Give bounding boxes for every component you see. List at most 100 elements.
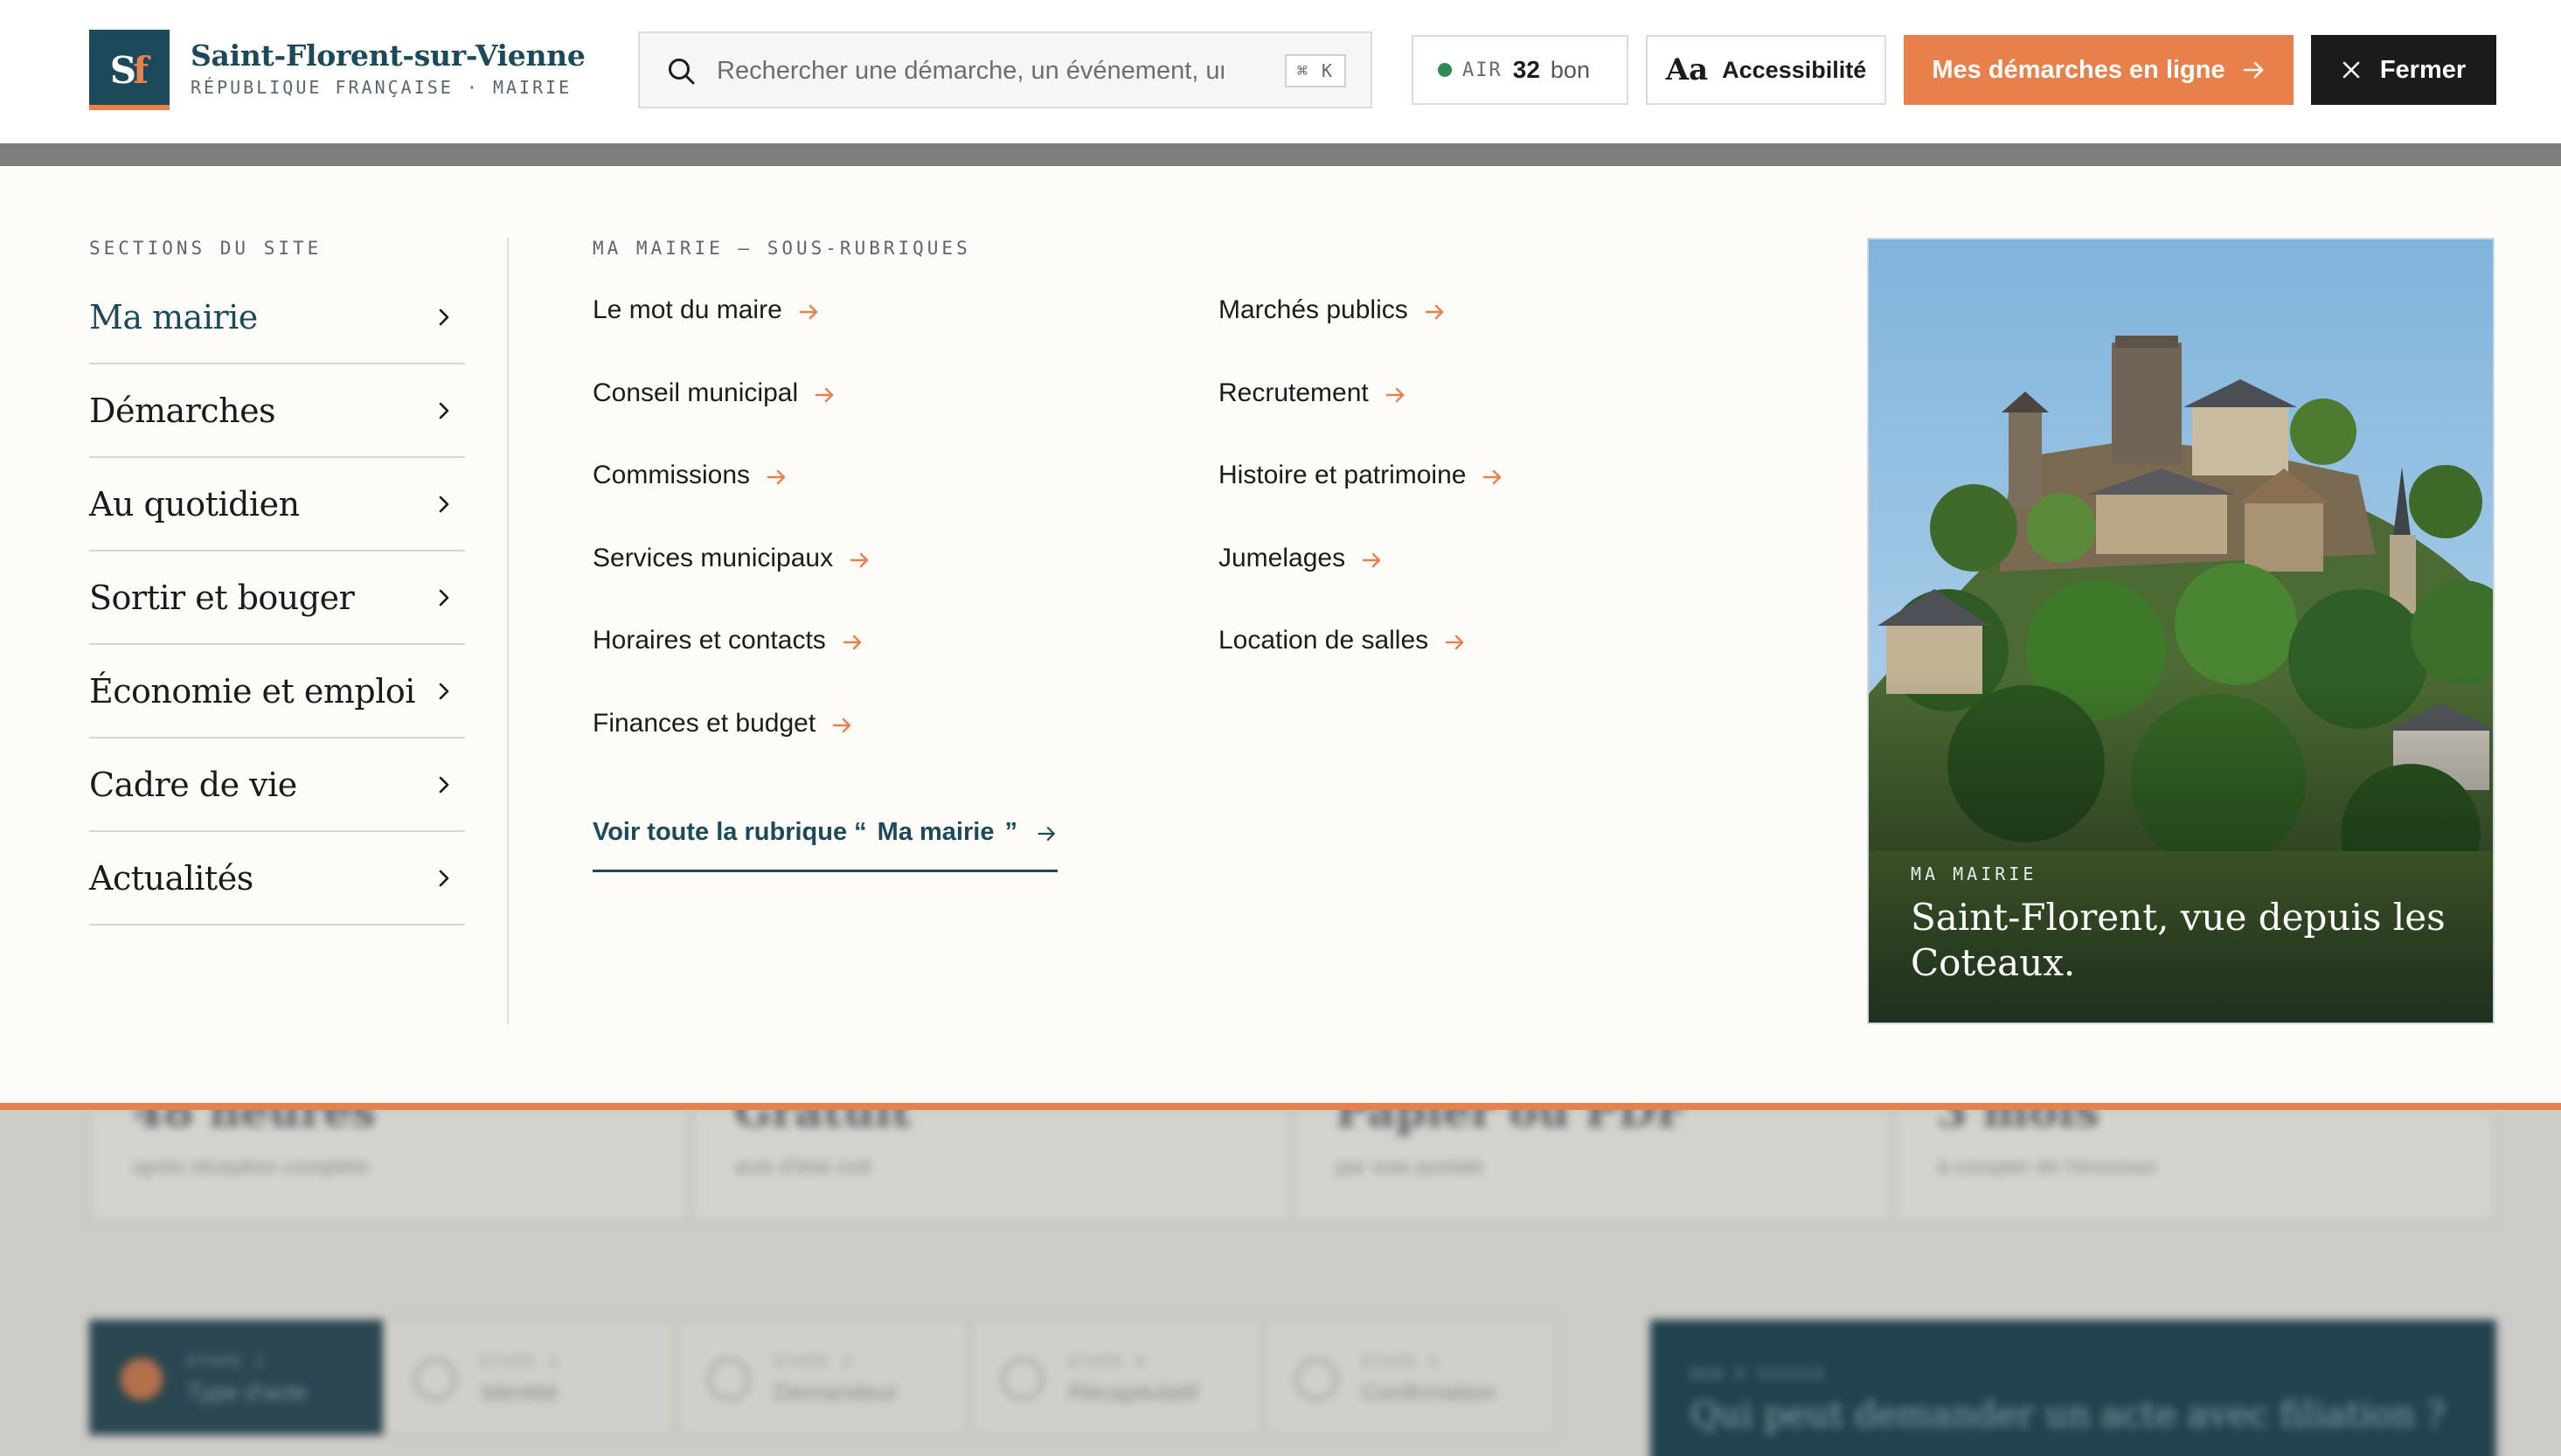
status-dot-icon <box>1438 63 1452 77</box>
air-quality-badge[interactable]: AIR 32 bon <box>1412 35 1628 105</box>
section-item-label: Actualités <box>89 858 253 898</box>
subsection-link-label: Location de salles <box>1218 626 1429 655</box>
arrow-right-icon <box>832 718 851 732</box>
text-size-icon: Aa <box>1665 52 1709 87</box>
info-card-value: 48 heures <box>133 1110 376 1137</box>
info-card: 48 heures après réception complète <box>89 1110 691 1222</box>
brand-name[interactable]: Saint-Florent-sur-Vienne <box>191 38 586 73</box>
keyboard-shortcut-hint: ⌘ K <box>1284 54 1346 87</box>
subsection-link[interactable]: Jumelages <box>1218 544 1504 627</box>
section-item-label: Cadre de vie <box>89 765 297 804</box>
subsection-column-2: Marchés publics Recrutement Histoire et … <box>1218 295 1504 709</box>
subsection-link[interactable]: Services municipaux <box>593 544 871 627</box>
info-card-note: par voie postale <box>1336 1155 1484 1179</box>
accessibility-button[interactable]: Aa Accessibilité <box>1646 35 1886 105</box>
form-stepper: ÉTAPE 1 Type d'acte ÉTAPE 2 Identité ÉTA… <box>89 1320 1558 1435</box>
subsection-column-1: Le mot du maire Conseil municipal Commis… <box>593 295 871 791</box>
info-card: 3 mois à compter de l'émission <box>1893 1110 2495 1222</box>
subsection-link[interactable]: Finances et budget <box>593 709 871 792</box>
step-name: Demandeur <box>774 1379 899 1405</box>
section-item-ma-mairie[interactable]: Ma mairie <box>89 271 465 364</box>
chevron-right-icon <box>439 496 449 512</box>
arrow-right-icon <box>767 469 786 485</box>
info-card: Papier ou PDF par voie postale <box>1292 1110 1893 1222</box>
chevron-right-icon <box>439 870 449 886</box>
subsection-link[interactable]: Commissions <box>593 461 871 544</box>
subsection-link-label: Jumelages <box>1218 543 1346 572</box>
arrow-right-icon <box>1425 304 1443 320</box>
chevron-right-icon <box>439 402 449 419</box>
accessibility-label: Accessibilité <box>1722 56 1867 83</box>
see-all-link[interactable]: Voir toute la rubrique “ Ma mairie ” <box>593 818 1058 872</box>
section-item-economie-et-emploi[interactable]: Économie et emploi <box>89 645 465 738</box>
arrow-right-icon <box>1362 552 1381 567</box>
air-quality-status: bon <box>1550 56 1590 83</box>
step-number <box>1295 1358 1337 1400</box>
subsection-link-label: Conseil municipal <box>593 378 799 407</box>
info-card-note: acte d'état civil <box>734 1155 871 1179</box>
section-item-label: Ma mairie <box>89 297 258 336</box>
step-label: ÉTAPE 4 <box>1068 1353 1147 1371</box>
search-input[interactable] <box>717 49 1224 93</box>
arrow-right-icon <box>815 387 834 402</box>
subsection-link[interactable]: Location de salles <box>1218 626 1504 709</box>
step-label: ÉTAPE 2 <box>481 1353 559 1371</box>
see-all-section-name: Ma mairie <box>877 818 995 846</box>
subsection-link[interactable]: Conseil municipal <box>593 378 871 461</box>
search-box[interactable]: ⌘ K <box>638 31 1372 108</box>
photo-caption: Saint-Florent, vue depuis les Coteaux. <box>1911 896 2446 984</box>
chevron-right-icon <box>439 589 449 606</box>
background-page-content: 48 heures après réception complète Gratu… <box>0 1110 2561 1456</box>
section-item-au-quotidien[interactable]: Au quotidien <box>89 458 465 551</box>
close-icon <box>2342 61 2360 79</box>
info-card: Gratuit acte d'état civil <box>691 1110 1292 1222</box>
step-4: ÉTAPE 4 Récapitulatif <box>970 1320 1264 1435</box>
step-label: ÉTAPE 5 <box>1362 1353 1440 1371</box>
section-item-actualites[interactable]: Actualités <box>89 832 465 926</box>
subsection-link[interactable]: Recrutement <box>1218 378 1504 461</box>
section-item-label: Démarches <box>89 391 276 430</box>
close-menu-button[interactable]: Fermer <box>2311 35 2496 105</box>
arrow-right-icon <box>850 552 869 567</box>
menu-divider <box>507 238 509 1024</box>
section-item-cadre-de-vie[interactable]: Cadre de vie <box>89 738 465 832</box>
subsection-link-label: Histoire et patrimoine <box>1218 461 1467 489</box>
info-card-value: Gratuit <box>734 1110 912 1137</box>
good-to-know-panel: BON À SAVOIR Qui peut demander un acte a… <box>1650 1320 2496 1456</box>
step-number <box>121 1358 163 1400</box>
step-label: ÉTAPE 1 <box>187 1353 266 1371</box>
site-header: Sf Saint-Florent-sur-Vienne RÉPUBLIQUE F… <box>0 0 2561 143</box>
step-5: ÉTAPE 5 Confirmation <box>1264 1320 1558 1435</box>
subsection-link[interactable]: Histoire et patrimoine <box>1218 461 1504 544</box>
section-item-label: Économie et emploi <box>89 671 415 711</box>
subsection-link[interactable]: Le mot du maire <box>593 295 871 378</box>
see-all-suffix: ” <box>1004 818 1017 846</box>
chevron-right-icon <box>439 309 449 325</box>
step-number <box>1002 1358 1044 1400</box>
info-card-note: après réception complète <box>133 1155 369 1179</box>
info-card-value: Papier ou PDF <box>1336 1110 1687 1137</box>
section-item-label: Au quotidien <box>89 484 300 523</box>
subsection-link-label: Commissions <box>593 461 751 489</box>
sections-heading: SECTIONS DU SITE <box>89 238 323 259</box>
step-name: Récapitulatif <box>1068 1379 1198 1405</box>
arrow-right-icon <box>2243 61 2263 79</box>
subsection-link-label: Horaires et contacts <box>593 626 826 655</box>
step-label: ÉTAPE 3 <box>774 1353 853 1371</box>
section-item-sortir-et-bouger[interactable]: Sortir et bouger <box>89 551 465 645</box>
arrow-right-icon <box>1385 387 1404 402</box>
good-to-know-title: Qui peut demander un acte avec filiation… <box>1690 1395 2445 1435</box>
section-item-demarches[interactable]: Démarches <box>89 364 465 458</box>
online-services-button[interactable]: Mes démarches en ligne <box>1904 35 2294 105</box>
step-name: Type d'acte <box>187 1379 308 1405</box>
arrow-right-icon <box>1483 469 1502 485</box>
step-3: ÉTAPE 3 Demandeur <box>677 1320 970 1435</box>
online-services-label: Mes démarches en ligne <box>1932 55 2225 84</box>
arrow-right-icon <box>799 304 817 320</box>
arrow-right-icon <box>1038 827 1055 841</box>
featured-photo[interactable]: MA MAIRIE Saint-Florent, vue depuis les … <box>1867 238 2495 1024</box>
subsection-link[interactable]: Horaires et contacts <box>593 626 871 709</box>
logo[interactable]: Sf <box>89 30 170 110</box>
subsection-link[interactable]: Marchés publics <box>1218 295 1504 378</box>
good-to-know-label: BON À SAVOIR <box>1690 1365 1826 1383</box>
